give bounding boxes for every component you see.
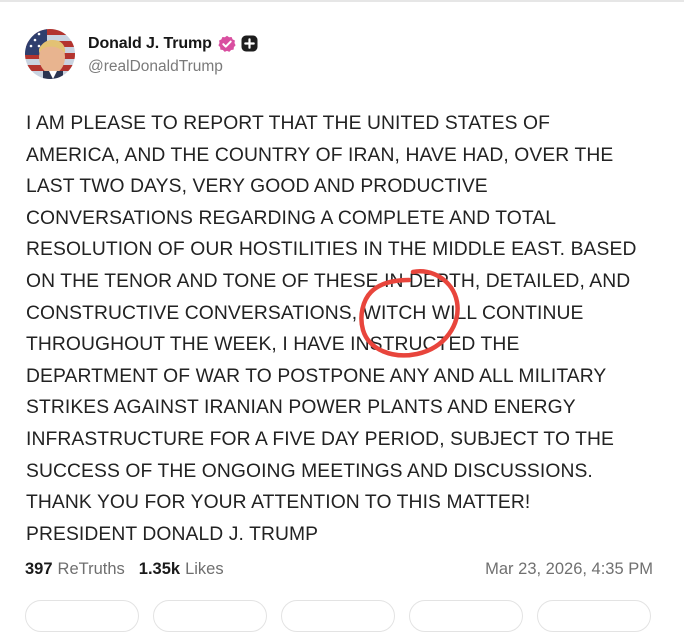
share-button[interactable] — [409, 600, 523, 632]
likes-count[interactable]: 1.35k — [139, 560, 180, 579]
post-line: RESOLUTION OF OUR HOSTILITIES IN THE MID… — [26, 239, 637, 261]
reply-button[interactable] — [25, 600, 139, 632]
author-handle[interactable]: @realDonaldTrump — [88, 58, 258, 76]
post-header: Donald J. Trump @realDonaldTrump — [25, 28, 258, 80]
likes-label[interactable]: Likes — [185, 560, 224, 579]
more-button[interactable] — [537, 600, 651, 632]
action-bar — [0, 600, 684, 632]
author-name-row: Donald J. Trump — [88, 33, 258, 55]
retruths-count[interactable]: 397 — [25, 560, 53, 579]
author-meta: Donald J. Trump @realDonaldTrump — [88, 33, 258, 76]
post-line: THROUGHOUT THE WEEK, I HAVE INSTRUCTED T… — [26, 334, 520, 356]
post-line: LAST TWO DAYS, VERY GOOD AND PRODUCTIVE — [26, 176, 488, 198]
avatar[interactable] — [25, 29, 75, 79]
post-line: SUCCESS OF THE ONGOING MEETINGS AND DISC… — [26, 460, 593, 482]
post-line: ON THE TENOR AND TONE OF THESE IN DEPTH,… — [26, 270, 631, 292]
post-line: I AM PLEASE TO REPORT THAT THE UNITED ST… — [26, 113, 550, 134]
post-line: INFRASTRUCTURE FOR A FIVE DAY PERIOD, SU… — [26, 428, 615, 450]
like-button[interactable] — [281, 600, 395, 632]
plus-badge-icon — [241, 35, 258, 52]
post-line: CONVERSATIONS REGARDING A COMPLETE AND T… — [26, 207, 557, 229]
post-line: PRESIDENT DONALD J. TRUMP — [26, 523, 319, 545]
post-timestamp[interactable]: Mar 23, 2026, 4:35 PM — [485, 560, 653, 579]
post-line: DEPARTMENT OF WAR TO POSTPONE ANY AND AL… — [26, 365, 607, 387]
verified-badge-icon — [218, 35, 236, 53]
post-line: THANK YOU FOR YOUR ATTENTION TO THIS MAT… — [26, 492, 531, 514]
retruths-label[interactable]: ReTruths — [58, 560, 125, 579]
engagement-stats: 397 ReTruths 1.35k Likes — [25, 560, 224, 579]
retruth-button[interactable] — [153, 600, 267, 632]
post-line: CONSTRUCTIVE CONVERSATIONS, WITCH WILL C… — [26, 302, 584, 324]
post-line: STRIKES AGAINST IRANIAN POWER PLANTS AND… — [26, 397, 576, 419]
top-divider — [0, 0, 684, 2]
author-name[interactable]: Donald J. Trump — [88, 35, 212, 53]
post-body: I AM PLEASE TO REPORT THAT THE UNITED ST… — [26, 108, 666, 550]
post-line: AMERICA, AND THE COUNTRY OF IRAN, HAVE H… — [26, 144, 614, 166]
